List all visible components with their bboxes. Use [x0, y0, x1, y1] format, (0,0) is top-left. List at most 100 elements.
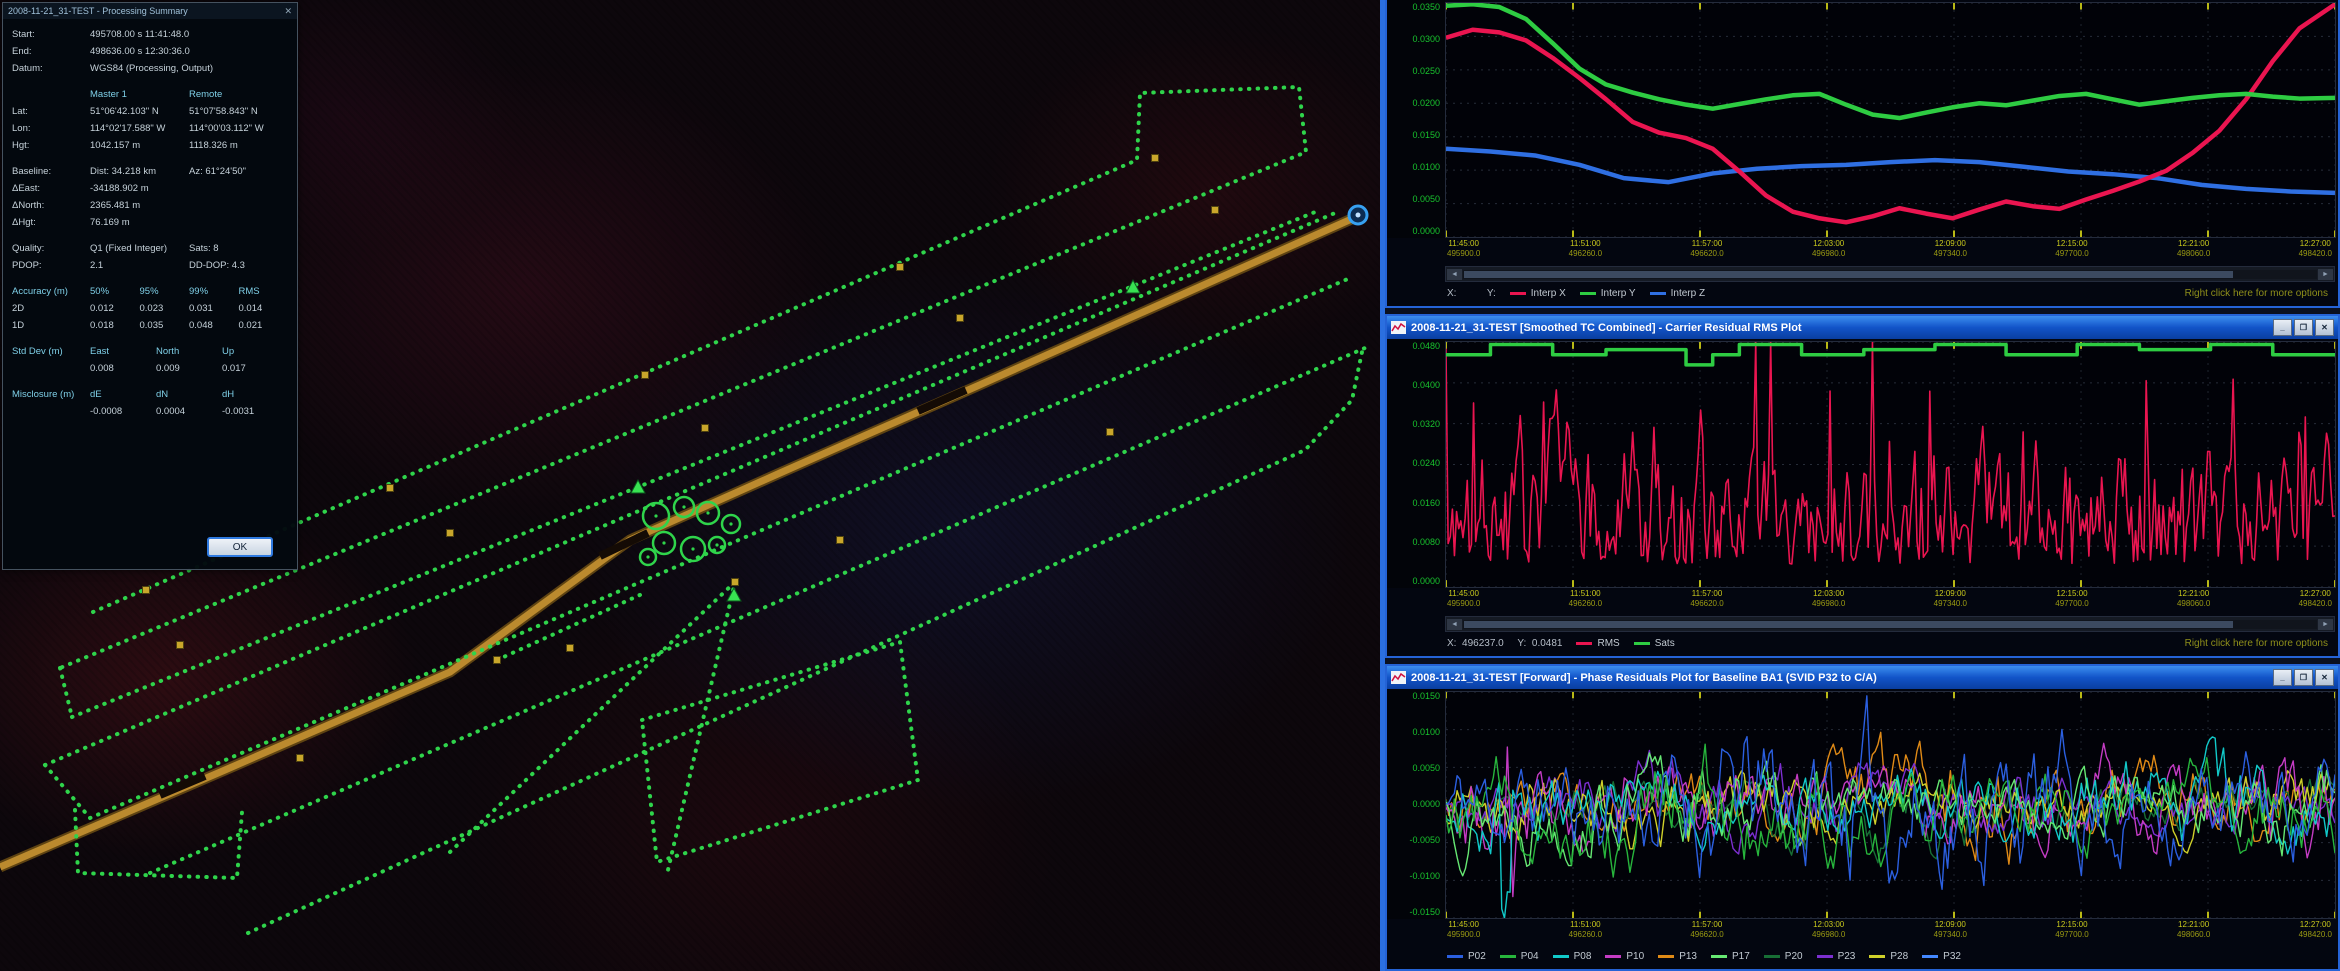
rms-noise-series: [1446, 342, 2335, 564]
legend-item[interactable]: P32: [1922, 951, 1961, 962]
legend-swatch: [1658, 955, 1674, 958]
minimize-button[interactable]: _: [2273, 319, 2292, 336]
y-axis-labels: 0.03500.03000.02500.02000.01500.01000.00…: [1387, 0, 1445, 238]
x-axis-tick: 11:51:00496260.0: [1569, 239, 1602, 265]
dialog-header-row: Misclosure (m)dEdNdH: [12, 386, 288, 403]
waypoint-marker[interactable]: [567, 645, 574, 652]
legend-label: RMS: [1597, 638, 1619, 649]
scrollbar-track[interactable]: [1463, 620, 2317, 629]
info-dialog: 2008-11-21_31-TEST - Processing Summary …: [2, 2, 298, 570]
waypoint-marker[interactable]: [177, 642, 184, 649]
series-interp-z: [1446, 149, 2335, 193]
close-button[interactable]: ✕: [2315, 669, 2334, 686]
y-axis-tick-label: 0.0150: [1387, 691, 1440, 701]
plot-area[interactable]: [1445, 691, 2336, 919]
legend-item[interactable]: P13: [1658, 951, 1697, 962]
road-gap: [918, 390, 966, 411]
legend-item[interactable]: P23: [1817, 951, 1856, 962]
legend-label: Sats: [1655, 638, 1675, 649]
dialog-row: Quality:Q1 (Fixed Integer)Sats: 8: [12, 240, 288, 257]
dialog-row: ΔEast:-34188.902 m: [12, 180, 288, 197]
maximize-button[interactable]: ❐: [2294, 669, 2313, 686]
waypoint-marker[interactable]: [1152, 155, 1159, 162]
dialog-row: [12, 77, 288, 86]
close-button[interactable]: ✕: [2315, 319, 2334, 336]
scrollbar-thumb[interactable]: [1464, 271, 2233, 278]
waypoint-marker[interactable]: [837, 537, 844, 544]
y-axis-labels: 0.01500.01000.00500.0000-0.0050-0.0100-0…: [1387, 689, 1445, 919]
waypoint-marker[interactable]: [702, 425, 709, 432]
legend-label: P04: [1521, 951, 1539, 962]
window-titlebar[interactable]: 2008-11-21_31-TEST [Smoothed TC Combined…: [1387, 316, 2338, 339]
ok-button[interactable]: OK: [207, 537, 273, 557]
window-titlebar[interactable]: 2008-11-21_31-TEST [Forward] - Phase Res…: [1387, 666, 2338, 689]
x-axis-tick: 12:15:00497700.0: [2055, 239, 2088, 265]
legend-item[interactable]: P17: [1711, 951, 1750, 962]
scrollbar-thumb[interactable]: [1464, 621, 2233, 628]
minimize-button[interactable]: _: [2273, 669, 2292, 686]
series-interp-x: [1446, 4, 2335, 222]
y-axis-tick-label: 0.0050: [1387, 194, 1440, 204]
dialog-row: Baseline:Dist: 34.218 kmAz: 61°24'50": [12, 163, 288, 180]
legend-item[interactable]: P02: [1447, 951, 1486, 962]
legend-swatch: [1869, 955, 1885, 958]
plot-area[interactable]: [1445, 341, 2336, 588]
waypoint-marker[interactable]: [494, 657, 501, 664]
legend-item[interactable]: Interp X: [1510, 288, 1566, 299]
legend-item[interactable]: RMS: [1576, 638, 1619, 649]
scroll-right-button[interactable]: ►: [2318, 619, 2333, 630]
dialog-header-row: Accuracy (m)50%95%99%RMS: [12, 283, 288, 300]
waypoint-marker[interactable]: [143, 587, 150, 594]
station-marker[interactable]: [631, 480, 645, 493]
x-axis-tick: 11:57:00496620.0: [1690, 920, 1723, 946]
dialog-titlebar[interactable]: 2008-11-21_31-TEST - Processing Summary …: [3, 3, 297, 19]
dialog-close-icon[interactable]: ✕: [284, 6, 292, 17]
waypoint-marker[interactable]: [957, 315, 964, 322]
waypoint-marker[interactable]: [897, 264, 904, 271]
waypoint-marker[interactable]: [732, 579, 739, 586]
legend-label: P17: [1732, 951, 1750, 962]
legend-item[interactable]: Sats: [1634, 638, 1675, 649]
map-view[interactable]: 2008-11-21_31-TEST - Processing Summary …: [0, 0, 1380, 971]
legend-item[interactable]: P28: [1869, 951, 1908, 962]
plot-scrollbar[interactable]: ◄►: [1445, 616, 2335, 632]
waypoint-marker[interactable]: [1107, 429, 1114, 436]
plot-scrollbar[interactable]: ◄►: [1445, 266, 2335, 282]
x-axis-tick: 12:03:00496980.0: [1812, 920, 1845, 946]
legend-item[interactable]: P04: [1500, 951, 1539, 962]
plot-legend: X: 496237.0 Y: 0.0481RMSSatsRight click …: [1387, 633, 2338, 656]
legend-label: Interp X: [1531, 288, 1566, 299]
carrier-rms-chart: 0.04800.04000.03200.02400.01600.00800.00…: [1387, 339, 2338, 656]
waypoint-marker[interactable]: [447, 530, 454, 537]
dialog-row: Start:495708.00 s 11:41:48.0: [12, 26, 288, 43]
legend-item[interactable]: Interp Z: [1650, 288, 1705, 299]
cursor-readout: X: 496237.0 Y: 0.0481: [1447, 638, 1562, 649]
scrollbar-track[interactable]: [1463, 270, 2317, 279]
maximize-button[interactable]: ❐: [2294, 319, 2313, 336]
dialog-row: Lon:114°02'17.588" W114°00'03.112" W: [12, 120, 288, 137]
legend-item[interactable]: Interp Y: [1580, 288, 1636, 299]
x-axis-tick: 12:09:00497340.0: [1934, 239, 1967, 265]
scroll-right-button[interactable]: ►: [2318, 269, 2333, 280]
y-axis-tick-label: 0.0000: [1387, 576, 1440, 586]
scroll-left-button[interactable]: ◄: [1447, 619, 1462, 630]
dialog-row: [12, 377, 288, 386]
waypoint-marker[interactable]: [642, 372, 649, 379]
legend-item[interactable]: P20: [1764, 951, 1803, 962]
legend-swatch: [1605, 955, 1621, 958]
plot-area[interactable]: [1445, 2, 2336, 238]
legend-item[interactable]: P10: [1605, 951, 1644, 962]
plot-legend: X: Y:Interp XInterp YInterp ZRight click…: [1387, 283, 2338, 306]
legend-item[interactable]: P08: [1553, 951, 1592, 962]
window-phase-residuals-plot: 2008-11-21_31-TEST [Forward] - Phase Res…: [1385, 664, 2340, 971]
waypoint-marker[interactable]: [297, 755, 304, 762]
y-axis-tick-label: 0.0300: [1387, 34, 1440, 44]
y-axis-tick-label: 0.0080: [1387, 537, 1440, 547]
x-axis-labels: 11:45:00495900.011:51:00496260.011:57:00…: [1445, 919, 2338, 946]
legend-swatch: [1500, 955, 1516, 958]
y-axis-tick-label: -0.0150: [1387, 907, 1440, 917]
scroll-left-button[interactable]: ◄: [1447, 269, 1462, 280]
waypoint-marker[interactable]: [1212, 207, 1219, 214]
y-axis-tick-label: 0.0250: [1387, 66, 1440, 76]
waypoint-marker[interactable]: [387, 485, 394, 492]
